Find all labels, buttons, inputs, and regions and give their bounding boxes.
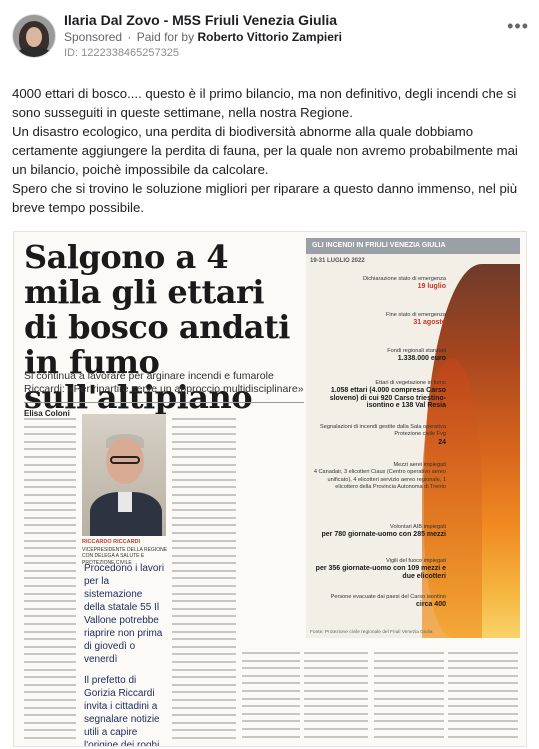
post-paragraph: Un disastro ecologico, una perdita di bi… [12, 124, 518, 177]
paid-for-prefix: Paid for by [136, 30, 195, 44]
infographic-stat: Ettari di vegetazione in fumo 1.058 ettar… [329, 380, 446, 410]
article-column [304, 652, 368, 742]
sponsored-line: Sponsored · Paid for by Roberto Vittorio… [64, 30, 342, 44]
divider [24, 402, 304, 403]
infographic-stat: Fondi regionali stanziati 1.338.000 euro [387, 348, 446, 363]
infographic-stat: Fine stato di emergenza 31 agosto [385, 312, 446, 327]
infographic-source: Fonte: Protezione civile regionale del F… [310, 630, 433, 635]
infographic-stat: Dichiarazione stato di emergenza 19 lugli… [362, 276, 446, 291]
article-author: Elisa Coloni [24, 409, 70, 418]
sponsored-label: Sponsored [64, 30, 123, 44]
post-text: 4000 ettari di bosco.... questo è il pri… [12, 84, 532, 217]
paid-for-by[interactable]: Roberto Vittorio Zampieri [197, 30, 341, 44]
article-column [374, 652, 444, 742]
infographic-stat: Persone evacuate dai paesi del Carso iso… [330, 594, 446, 609]
more-options-icon[interactable]: ••• [507, 16, 529, 37]
avatar[interactable] [12, 14, 56, 58]
infographic-stat: Mezzi aerei impiegati 4 Canadair, 3 elico… [313, 462, 446, 491]
post-paragraph: 4000 ettari di bosco.... questo è il pri… [12, 86, 517, 120]
pull-quote: Il prefetto di Gorizia Riccardi invita i… [84, 675, 160, 747]
ad-post: Ilaria Dal Zovo - M5S Friuli Venezia Giu… [0, 0, 539, 749]
photo-caption-name: RICCARDO RICCARDI [82, 539, 141, 545]
article-column [448, 652, 518, 742]
post-header: Ilaria Dal Zovo - M5S Friuli Venezia Giu… [12, 10, 529, 62]
article-column [24, 418, 76, 740]
article-column [242, 652, 300, 742]
infographic-stat: Volontari AIB impiegati per 780 giornate-… [321, 524, 446, 539]
post-paragraph: Spero che si trovino le soluzione miglio… [12, 181, 518, 215]
page-name[interactable]: Ilaria Dal Zovo - M5S Friuli Venezia Giu… [64, 12, 337, 28]
infographic-stat: Segnalazioni di incendi gestite dalla Sa… [320, 424, 446, 446]
fires-infographic: GLI INCENDI IN FRIULI VENEZIA GIULIA 19-… [306, 238, 520, 638]
separator: · [127, 30, 132, 44]
infographic-date: 19-31 LUGLIO 2022 [310, 258, 365, 264]
pull-quotes: Procedono i lavori per la sistemazione d… [84, 562, 166, 747]
pull-quote: Procedono i lavori per la sistemazione d… [84, 563, 165, 665]
article-subhead: Si continua a lavorare per arginare ince… [24, 370, 304, 395]
infographic-stat: Vigili del fuoco impiegati per 356 giorna… [315, 558, 446, 580]
newspaper-image[interactable]: Salgono a 4 mila gli ettari di bosco and… [13, 231, 527, 747]
ad-id: ID: 1222338465257325 [64, 47, 179, 59]
portrait-photo [82, 414, 166, 536]
article-column [172, 418, 236, 740]
infographic-title: GLI INCENDI IN FRIULI VENEZIA GIULIA [306, 238, 520, 254]
